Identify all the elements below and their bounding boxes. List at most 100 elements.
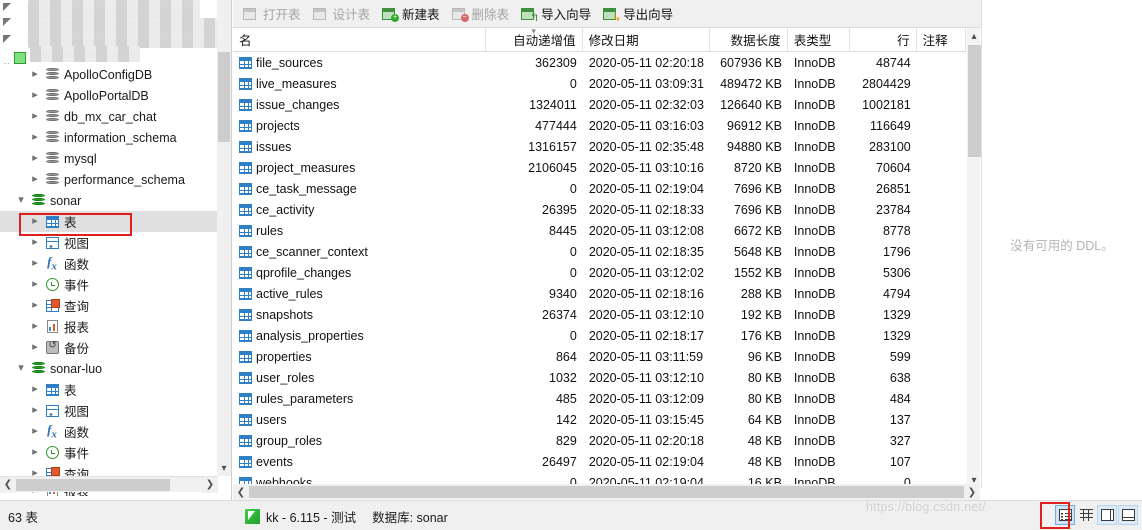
chevron-right-icon[interactable]: ▸: [28, 258, 42, 269]
table-row[interactable]: users 142 2020-05-11 03:15:45 64 KB InnoDB 13…: [233, 409, 966, 430]
scrollbar-thumb[interactable]: [218, 52, 230, 142]
tree-item-database[interactable]: ▸ ApolloConfigDB: [0, 64, 218, 85]
chevron-down-icon[interactable]: ▾: [14, 363, 28, 374]
table-row[interactable]: projects 477444 2020-05-11 03:16:03 96912 K…: [233, 115, 966, 136]
table-row[interactable]: group_roles 829 2020-05-11 02:20:18 48 KB In…: [233, 430, 966, 451]
scroll-right-arrow-icon[interactable]: ❯: [202, 476, 218, 493]
grid-vertical-scrollbar[interactable]: ▴ ▾: [966, 28, 981, 488]
chevron-right-icon[interactable]: ▸: [28, 447, 42, 458]
design-table-button[interactable]: 设计表: [307, 2, 377, 26]
column-header-comment[interactable]: 注释: [917, 28, 966, 51]
table-row[interactable]: user_roles 1032 2020-05-11 03:12:10 80 KB In…: [233, 367, 966, 388]
sidebar-item-tables-luo[interactable]: ▸ 表: [0, 379, 218, 400]
tree-expand-arrow-icon[interactable]: [2, 34, 14, 46]
column-header-data-length[interactable]: 数据长度: [710, 28, 788, 51]
column-header-auto-increment[interactable]: ▾ 自动递增值: [486, 28, 583, 51]
column-header-rows[interactable]: 行: [850, 28, 917, 51]
tree-item-database-sonar-luo[interactable]: ▾ sonar-luo: [0, 358, 218, 379]
table-row[interactable]: file_sources 362309 2020-05-11 02:20:18 607…: [233, 52, 966, 73]
right-pane-view-button[interactable]: [1097, 505, 1117, 525]
detail-view-button[interactable]: [1076, 505, 1096, 525]
table-row[interactable]: issues 1316157 2020-05-11 02:35:48 94880 KB…: [233, 136, 966, 157]
chevron-right-icon[interactable]: ▸: [28, 384, 42, 395]
sidebar-item-events-luo[interactable]: ▸ 事件: [0, 442, 218, 463]
chevron-right-icon[interactable]: ▸: [28, 216, 42, 227]
tree-expand-arrow-icon[interactable]: [2, 17, 14, 29]
grid-body[interactable]: file_sources 362309 2020-05-11 02:20:18 607…: [233, 52, 966, 488]
open-table-button[interactable]: 打开表: [237, 2, 307, 26]
table-row[interactable]: ce_task_message 0 2020-05-11 02:19:04 7696 …: [233, 178, 966, 199]
sidebar-vertical-scrollbar[interactable]: ▾: [217, 0, 231, 476]
chevron-right-icon[interactable]: ▸: [28, 69, 42, 80]
list-view-button[interactable]: [1055, 505, 1075, 525]
sidebar-horizontal-scrollbar[interactable]: ❮ ❯: [0, 476, 218, 493]
chevron-right-icon[interactable]: ▸: [28, 153, 42, 164]
sidebar-item-functions[interactable]: ▸ fx 函数: [0, 253, 218, 274]
chevron-right-icon[interactable]: ▸: [28, 237, 42, 248]
tree-item-label: db_mx_car_chat: [64, 109, 157, 124]
new-table-button[interactable]: + 新建表: [376, 2, 446, 26]
chevron-right-icon[interactable]: ▸: [28, 279, 42, 290]
table-row[interactable]: active_rules 9340 2020-05-11 02:18:16 288 K…: [233, 283, 966, 304]
tree-item-database[interactable]: ▸ information_schema: [0, 127, 218, 148]
table-row[interactable]: snapshots 26374 2020-05-11 03:12:10 192 KB I…: [233, 304, 966, 325]
sidebar-item-events[interactable]: ▸ 事件: [0, 274, 218, 295]
scroll-up-arrow-icon[interactable]: ▴: [967, 28, 981, 44]
view-mode-buttons[interactable]: [1055, 505, 1138, 525]
chevron-right-icon[interactable]: ▸: [28, 426, 42, 437]
scrollbar-thumb[interactable]: [249, 486, 964, 498]
scroll-left-arrow-icon[interactable]: ❮: [233, 484, 249, 500]
table-row[interactable]: ce_activity 26395 2020-05-11 02:18:33 7696 …: [233, 199, 966, 220]
chevron-right-icon[interactable]: ▸: [28, 405, 42, 416]
sidebar-item-reports[interactable]: ▸ 报表: [0, 316, 218, 337]
sidebar-item-backups[interactable]: ▸ 备份: [0, 337, 218, 358]
table-row[interactable]: qprofile_changes 0 2020-05-11 03:12:02 1552…: [233, 262, 966, 283]
scroll-right-arrow-icon[interactable]: ❯: [964, 484, 980, 500]
chevron-right-icon[interactable]: ▸: [28, 132, 42, 143]
chevron-down-icon[interactable]: ▾: [14, 195, 28, 206]
table-row[interactable]: events 26497 2020-05-11 02:19:04 48 KB InnoD…: [233, 451, 966, 472]
chevron-right-icon[interactable]: ▸: [28, 111, 42, 122]
tree-expand-arrow-icon[interactable]: [2, 2, 14, 14]
object-tree-sidebar[interactable]: ⌄ ▸ ApolloConfigDB ▸ ApolloPortalDB ▸ db…: [0, 0, 232, 530]
tree-item-database[interactable]: ▸ ApolloPortalDB: [0, 85, 218, 106]
table-row[interactable]: project_measures 2106045 2020-05-11 03:10:…: [233, 157, 966, 178]
sidebar-item-functions-luo[interactable]: ▸ fx 函数: [0, 421, 218, 442]
tree-item-database[interactable]: ▸ db_mx_car_chat: [0, 106, 218, 127]
chevron-right-icon[interactable]: ▸: [28, 321, 42, 332]
sidebar-item-views-luo[interactable]: ▸ 视图: [0, 400, 218, 421]
tree-item-database[interactable]: ▸ mysql: [0, 148, 218, 169]
tree-item-database-sonar[interactable]: ▾ sonar: [0, 190, 218, 211]
chevron-right-icon[interactable]: ▸: [28, 174, 42, 185]
sidebar-item-queries[interactable]: ▸ 查询: [0, 295, 218, 316]
table-row[interactable]: analysis_properties 0 2020-05-11 02:18:17 1…: [233, 325, 966, 346]
table-row[interactable]: ce_scanner_context 0 2020-05-11 02:18:35 56…: [233, 241, 966, 262]
column-header-name[interactable]: 名: [233, 28, 486, 51]
tree-collapse-arrow-icon[interactable]: ⌄: [2, 56, 11, 64]
sidebar-item-views[interactable]: ▸ 视图: [0, 232, 218, 253]
table-row[interactable]: properties 864 2020-05-11 03:11:59 96 KB Inn…: [233, 346, 966, 367]
column-header-modified-date[interactable]: 修改日期: [583, 28, 710, 51]
scrollbar-thumb[interactable]: [968, 45, 981, 157]
tree-item-database[interactable]: ▸ performance_schema: [0, 169, 218, 190]
tree-list[interactable]: ▸ ApolloConfigDB ▸ ApolloPortalDB ▸ db_m…: [0, 64, 218, 496]
table-row[interactable]: live_measures 0 2020-05-11 03:09:31 489472 …: [233, 73, 966, 94]
chevron-right-icon[interactable]: ▸: [28, 300, 42, 311]
grid-horizontal-scrollbar[interactable]: ❮ ❯: [233, 484, 980, 500]
table-row[interactable]: rules_parameters 485 2020-05-11 03:12:09 80…: [233, 388, 966, 409]
tables-grid[interactable]: 名 ▾ 自动递增值 修改日期 数据长度 表类型 行 注释 file_sources…: [233, 28, 966, 488]
import-wizard-button[interactable]: ↰ 导入向导: [515, 2, 597, 26]
grid-header-row[interactable]: 名 ▾ 自动递增值 修改日期 数据长度 表类型 行 注释: [233, 28, 966, 52]
chevron-right-icon[interactable]: ▸: [28, 90, 42, 101]
table-row[interactable]: rules 8445 2020-05-11 03:12:08 6672 KB InnoD…: [233, 220, 966, 241]
scrollbar-thumb[interactable]: [16, 478, 170, 491]
column-header-table-type[interactable]: 表类型: [788, 28, 850, 51]
chevron-right-icon[interactable]: ▸: [28, 342, 42, 353]
delete-table-button[interactable]: − 删除表: [446, 2, 516, 26]
table-row[interactable]: issue_changes 1324011 2020-05-11 02:32:03 1…: [233, 94, 966, 115]
scroll-left-arrow-icon[interactable]: ❮: [0, 476, 16, 493]
scroll-down-arrow-icon[interactable]: ▾: [217, 460, 231, 476]
export-wizard-button[interactable]: ↳ 导出向导: [597, 2, 679, 26]
sidebar-item-tables[interactable]: ▸ 表: [0, 211, 218, 232]
bottom-pane-view-button[interactable]: [1118, 505, 1138, 525]
